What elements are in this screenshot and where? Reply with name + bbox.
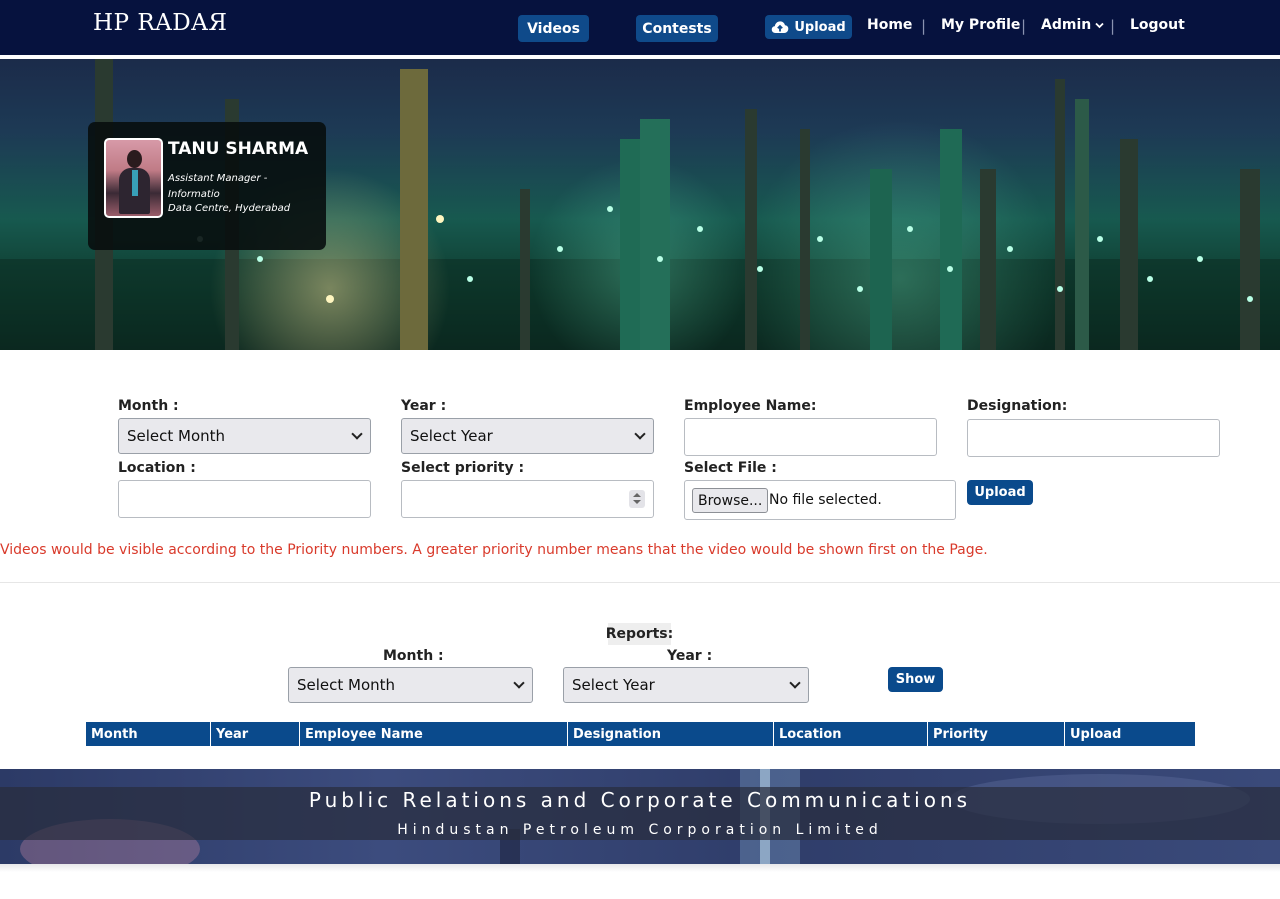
priority-input[interactable] — [401, 480, 654, 518]
column-header-designation[interactable]: Designation — [568, 722, 774, 746]
column-header-employee-name[interactable]: Employee Name — [300, 722, 568, 746]
reports-year-select-value: Select Year — [572, 676, 655, 694]
designation-input[interactable] — [967, 419, 1220, 457]
videos-button[interactable]: Videos — [518, 15, 589, 42]
column-header-location[interactable]: Location — [774, 722, 928, 746]
year-select-value: Select Year — [410, 427, 493, 445]
chevron-down-icon — [513, 677, 525, 689]
footer-company: Hindustan Petroleum Corporation Limited — [397, 822, 883, 838]
footer: Public Relations and Corporate Communica… — [0, 769, 1280, 864]
reports-month-select[interactable]: Select Month — [288, 667, 533, 703]
column-header-month[interactable]: Month — [86, 722, 211, 746]
reports-month-label: Month : — [383, 648, 444, 664]
top-navbar: HP RADAЯ Videos Contests Upload Home | M… — [0, 0, 1280, 57]
month-label: Month : — [118, 398, 179, 414]
profile-role: Assistant Manager - Informatio — [168, 173, 268, 200]
chevron-down-icon — [1095, 22, 1104, 28]
employee-name-label: Employee Name: — [684, 398, 817, 414]
priority-label: Select priority : — [401, 460, 525, 476]
file-status: No file selected. — [769, 492, 882, 508]
month-select-value: Select Month — [127, 427, 226, 445]
section-divider — [0, 582, 1280, 583]
contests-button[interactable]: Contests — [636, 15, 718, 42]
column-header-upload[interactable]: Upload — [1065, 722, 1195, 746]
reports-month-select-value: Select Month — [297, 676, 396, 694]
employee-name-input[interactable] — [684, 418, 937, 456]
chevron-down-icon — [634, 428, 646, 440]
my-profile-link[interactable]: My Profile — [941, 17, 1020, 33]
hero-banner: TANU SHARMA Assistant Manager - Informat… — [0, 59, 1280, 350]
footer-shadow — [0, 864, 1280, 872]
browse-button[interactable]: Browse... — [692, 488, 769, 513]
year-label: Year : — [401, 398, 447, 414]
cloud-upload-icon — [772, 21, 789, 33]
upload-nav-button[interactable]: Upload — [765, 15, 852, 39]
nav-separator: | — [1110, 17, 1116, 35]
upload-button[interactable]: Upload — [967, 480, 1033, 505]
location-label: Location : — [118, 460, 196, 476]
column-header-year[interactable]: Year — [211, 722, 300, 746]
file-input[interactable]: Browse... No file selected. — [684, 480, 956, 520]
reports-table-header: Month Year Employee Name Designation Loc… — [86, 722, 1195, 746]
footer-department: Public Relations and Corporate Communica… — [308, 788, 972, 812]
home-link[interactable]: Home — [867, 17, 912, 33]
avatar[interactable] — [104, 138, 163, 218]
profile-card: TANU SHARMA Assistant Manager - Informat… — [88, 122, 326, 250]
nav-separator: | — [921, 17, 927, 35]
reports-year-select[interactable]: Select Year — [563, 667, 809, 703]
upload-nav-label: Upload — [794, 19, 846, 35]
app-logo[interactable]: HP RADAЯ — [93, 10, 227, 36]
designation-label: Designation: — [967, 398, 1068, 414]
admin-label: Admin — [1041, 17, 1092, 33]
reports-title: Reports: — [606, 623, 673, 645]
column-header-priority[interactable]: Priority — [928, 722, 1065, 746]
select-file-label: Select File : — [684, 460, 777, 476]
logout-link[interactable]: Logout — [1130, 17, 1185, 33]
number-spinner-icon[interactable] — [629, 490, 645, 508]
chevron-down-icon — [351, 428, 363, 440]
reports-year-label: Year : — [667, 648, 713, 664]
profile-location: Data Centre, Hyderabad — [168, 203, 291, 214]
location-input[interactable] — [118, 480, 371, 518]
priority-notice: Videos would be visible according to the… — [0, 542, 988, 558]
show-button[interactable]: Show — [888, 667, 943, 692]
nav-separator: | — [1021, 17, 1027, 35]
year-select[interactable]: Select Year — [401, 418, 654, 454]
chevron-down-icon — [789, 677, 801, 689]
month-select[interactable]: Select Month — [118, 418, 371, 454]
admin-dropdown[interactable]: Admin — [1041, 17, 1104, 33]
profile-name: TANU SHARMA — [168, 139, 309, 159]
